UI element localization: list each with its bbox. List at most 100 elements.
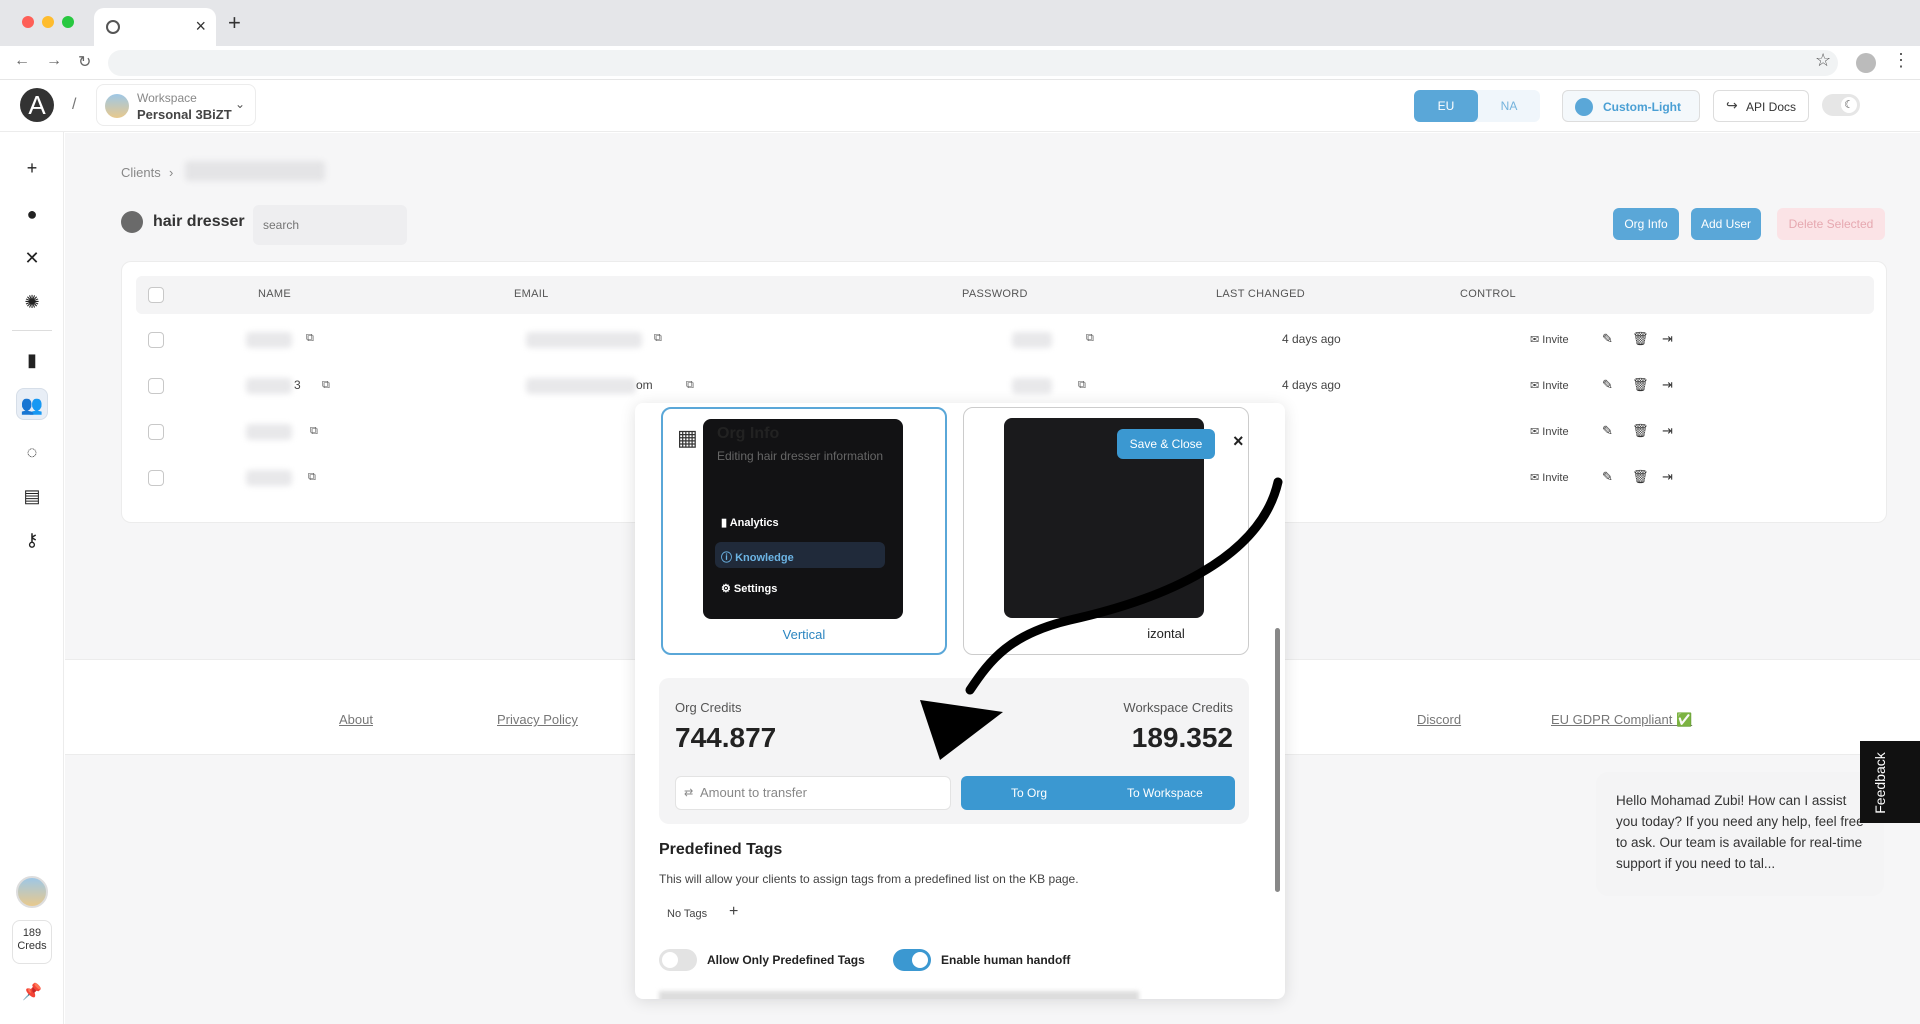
- search-input[interactable]: [253, 205, 407, 245]
- maximize-window-button[interactable]: [62, 16, 74, 28]
- sidebar: + ● ✕ ✺ ▮ 👥 ◌ ▤ ⚷ 189 Creds 📌: [0, 132, 64, 1024]
- edit-icon[interactable]: ✎: [1602, 331, 1613, 347]
- footer-link-gdpr[interactable]: EU GDPR Compliant ✅: [1551, 712, 1692, 728]
- feedback-tab[interactable]: Feedback: [1860, 741, 1920, 823]
- region-na-button[interactable]: NA: [1478, 90, 1540, 122]
- chat-message-bubble[interactable]: Hello Mohamad Zubi! How can I assist you…: [1596, 772, 1884, 896]
- modal-scrollbar[interactable]: [1274, 404, 1282, 996]
- invite-button[interactable]: ✉ Invite: [1530, 471, 1569, 484]
- preview-settings: ⚙ Settings: [721, 583, 778, 595]
- login-icon[interactable]: ⇥: [1662, 469, 1673, 485]
- workspace-selector[interactable]: Workspace Personal 3BiZT ⌄: [96, 84, 256, 126]
- new-tab-button[interactable]: +: [228, 10, 241, 36]
- clients-icon[interactable]: 👥: [16, 388, 48, 420]
- close-tab-icon[interactable]: ×: [195, 16, 206, 37]
- workspace-credits-value: 189.352: [1131, 722, 1233, 753]
- key-icon[interactable]: ⚷: [16, 524, 48, 556]
- browser-tab[interactable]: ×: [94, 8, 216, 46]
- save-close-button[interactable]: Save & Close: [1117, 429, 1215, 459]
- invite-button[interactable]: ✉ Invite: [1530, 333, 1569, 346]
- no-tags-text: No Tags: [667, 908, 708, 920]
- copy-icon[interactable]: ⧉: [686, 379, 694, 392]
- user-avatar[interactable]: [16, 876, 48, 908]
- workspace-avatar: [105, 94, 129, 118]
- trash-icon[interactable]: 🗑: [1632, 469, 1649, 485]
- reload-icon[interactable]: ↻: [78, 52, 91, 72]
- row-checkbox[interactable]: [148, 378, 164, 394]
- enable-human-handoff-toggle[interactable]: [893, 949, 931, 971]
- storage-icon[interactable]: ▤: [16, 480, 48, 512]
- credits-value: 189: [22, 927, 42, 939]
- scrollbar-thumb[interactable]: [1275, 628, 1280, 892]
- dark-mode-toggle[interactable]: ☾: [1822, 94, 1860, 116]
- region-eu-button[interactable]: EU: [1414, 90, 1478, 122]
- predefined-tags-description: This will allow your clients to assign t…: [659, 872, 1079, 886]
- transfer-icon: ⇄: [684, 787, 694, 799]
- bookmark-star-icon[interactable]: ☆: [1815, 50, 1831, 71]
- footer-link-privacy[interactable]: Privacy Policy: [497, 712, 578, 727]
- back-icon[interactable]: ←: [14, 52, 30, 70]
- bug-icon[interactable]: ✺: [16, 286, 48, 318]
- breadcrumb-clients[interactable]: Clients: [121, 165, 161, 180]
- login-icon[interactable]: ⇥: [1662, 331, 1673, 347]
- email-blurred: [526, 332, 642, 348]
- allow-predefined-tags-toggle[interactable]: [659, 949, 697, 971]
- profile-avatar-icon[interactable]: [1856, 53, 1876, 73]
- trash-icon[interactable]: 🗑: [1632, 423, 1649, 439]
- row-checkbox[interactable]: [148, 470, 164, 486]
- to-workspace-button[interactable]: To Workspace: [1127, 786, 1203, 800]
- copy-icon[interactable]: ⧉: [308, 471, 316, 484]
- api-docs-button[interactable]: ↪ API Docs: [1713, 90, 1809, 122]
- copy-icon[interactable]: ⧉: [306, 332, 314, 345]
- invite-label: Invite: [1542, 380, 1569, 392]
- bot-icon[interactable]: ●: [16, 198, 48, 230]
- trash-icon[interactable]: 🗑: [1632, 377, 1649, 393]
- allow-predefined-tags-label: Allow Only Predefined Tags: [707, 953, 865, 967]
- edit-icon[interactable]: ✎: [1602, 377, 1613, 393]
- browser-menu-icon[interactable]: ⋮: [1892, 50, 1910, 71]
- footer-link-discord[interactable]: Discord: [1417, 712, 1461, 727]
- login-icon[interactable]: ⇥: [1662, 423, 1673, 439]
- pin-icon[interactable]: 📌: [22, 982, 42, 1002]
- to-org-button[interactable]: To Org: [1011, 786, 1047, 800]
- copy-icon[interactable]: ⧉: [654, 332, 662, 345]
- row-checkbox[interactable]: [148, 424, 164, 440]
- select-all-checkbox[interactable]: [148, 287, 164, 303]
- address-input[interactable]: [108, 50, 1838, 76]
- copy-icon[interactable]: ⧉: [1086, 332, 1094, 345]
- add-icon[interactable]: +: [16, 152, 48, 184]
- add-user-button[interactable]: Add User: [1691, 208, 1761, 240]
- edit-icon[interactable]: ✎: [1602, 423, 1613, 439]
- close-icon[interactable]: ×: [1233, 431, 1244, 452]
- add-tag-button[interactable]: +: [729, 903, 738, 921]
- invite-button[interactable]: ✉ Invite: [1530, 379, 1569, 392]
- name-blurred: [246, 424, 292, 440]
- delete-selected-button[interactable]: Delete Selected: [1777, 208, 1885, 240]
- amount-input[interactable]: ⇄ Amount to transfer: [675, 776, 951, 810]
- edit-icon[interactable]: ✎: [1602, 469, 1613, 485]
- copy-icon[interactable]: ⧉: [1078, 379, 1086, 392]
- login-icon[interactable]: ⇥: [1662, 377, 1673, 393]
- table-header: NAME EMAIL PASSWORD LAST CHANGED CONTROL: [136, 276, 1874, 314]
- loader-icon[interactable]: ◌: [16, 436, 48, 468]
- credits-badge[interactable]: 189 Creds: [12, 920, 52, 964]
- invite-button[interactable]: ✉ Invite: [1530, 425, 1569, 438]
- org-info-button[interactable]: Org Info: [1613, 208, 1679, 240]
- footer-link-about[interactable]: About: [339, 712, 373, 727]
- row-checkbox[interactable]: [148, 332, 164, 348]
- copy-icon[interactable]: ⧉: [322, 379, 330, 392]
- minimize-window-button[interactable]: [42, 16, 54, 28]
- building-icon[interactable]: ▮: [16, 344, 48, 376]
- tools-icon[interactable]: ✕: [16, 242, 48, 274]
- org-credits-label: Org Credits: [675, 700, 742, 715]
- theme-selector-button[interactable]: Custom-Light: [1562, 90, 1700, 122]
- last-changed: 4 days ago: [1282, 332, 1341, 346]
- invite-label: Invite: [1542, 334, 1569, 346]
- credits-panel: Org Credits 744.877 Workspace Credits 18…: [659, 678, 1249, 824]
- copy-icon[interactable]: ⧉: [310, 425, 318, 438]
- trash-icon[interactable]: 🗑: [1632, 331, 1649, 347]
- app-logo[interactable]: A: [20, 88, 54, 122]
- close-window-button[interactable]: [22, 16, 34, 28]
- credits-label: Creds: [17, 940, 47, 952]
- forward-icon[interactable]: →: [46, 52, 62, 70]
